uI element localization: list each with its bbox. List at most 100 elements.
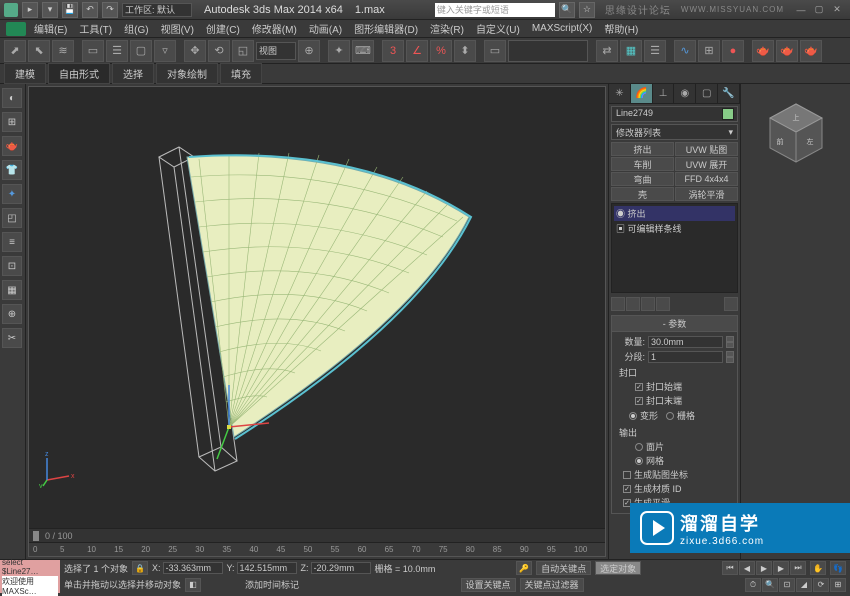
unlink-icon[interactable]: ⬉ <box>28 40 50 62</box>
l-tool-5[interactable]: ✦ <box>2 184 22 204</box>
close-icon[interactable]: ✕ <box>828 3 846 17</box>
autokey-button[interactable]: 自动关键点 <box>536 561 591 575</box>
setkey-button[interactable]: 设置关键点 <box>461 578 516 592</box>
patch-radio[interactable] <box>635 443 643 451</box>
utilities-tab-icon[interactable]: 🔧 <box>718 84 740 103</box>
select-region-icon[interactable]: ▢ <box>130 40 152 62</box>
open-btn[interactable]: ▾ <box>42 2 58 18</box>
modify-tab-icon[interactable]: 🌈 <box>631 84 653 103</box>
btn-uvw-map[interactable]: UVW 贴图 <box>675 142 738 156</box>
rollout-params-header[interactable]: - 参数 <box>612 316 737 332</box>
pivot-icon[interactable]: ⊕ <box>298 40 320 62</box>
selected-dropdown[interactable]: 选定对象 <box>595 561 641 575</box>
menu-views[interactable]: 视图(V) <box>157 21 198 36</box>
create-tab-icon[interactable]: ✳ <box>609 84 631 103</box>
curve-editor-icon[interactable]: ∿ <box>674 40 696 62</box>
play-next-icon[interactable]: ▶ <box>773 561 789 575</box>
render-icon[interactable]: 🫖 <box>800 40 822 62</box>
l-tool-2[interactable]: ⊞ <box>2 112 22 132</box>
menu-maxscript[interactable]: MAXScript(X) <box>528 23 597 34</box>
time-slider-handle[interactable] <box>33 531 39 541</box>
cap-start-checkbox[interactable] <box>635 383 643 391</box>
play-icon[interactable]: ▶ <box>756 561 772 575</box>
key-icon[interactable]: 🔑 <box>516 561 532 575</box>
ref-coord-dropdown[interactable]: 视图 <box>256 42 296 60</box>
undo-btn[interactable]: ↶ <box>82 2 98 18</box>
menu-create[interactable]: 创建(C) <box>202 21 244 36</box>
play-prev-icon[interactable]: ◀ <box>739 561 755 575</box>
l-tool-8[interactable]: ⊡ <box>2 256 22 276</box>
mirror-icon[interactable]: ⇄ <box>596 40 618 62</box>
btn-ffd[interactable]: FFD 4x4x4 <box>675 172 738 186</box>
bind-space-icon[interactable]: ≋ <box>52 40 74 62</box>
search-icon[interactable]: 🔍 <box>559 2 575 18</box>
zoom-icon[interactable]: 🔍 <box>762 578 778 592</box>
menu-render[interactable]: 渲染(R) <box>426 21 468 36</box>
filter-icon[interactable]: ▿ <box>154 40 176 62</box>
select-icon[interactable]: ▭ <box>82 40 104 62</box>
mesh-radio[interactable] <box>635 457 643 465</box>
menu-edit[interactable]: 编辑(E) <box>30 21 71 36</box>
time-ruler[interactable]: 0 5 10 15 20 25 30 35 40 45 50 55 60 65 … <box>29 542 605 556</box>
spin-down-icon[interactable] <box>726 342 734 348</box>
spin-down-icon[interactable] <box>726 357 734 363</box>
help-search[interactable]: 键入关键字或短语 <box>435 3 555 17</box>
l-tool-7[interactable]: ≡ <box>2 232 22 252</box>
l-tool-10[interactable]: ⊕ <box>2 304 22 324</box>
layers-icon[interactable]: ☰ <box>644 40 666 62</box>
nav-pan-icon[interactable]: ✋ <box>810 561 826 575</box>
max-viewport-icon[interactable]: ⊞ <box>830 578 846 592</box>
snap-toggle-icon[interactable]: 3 <box>382 40 404 62</box>
arc-rotate-icon[interactable]: ⟳ <box>813 578 829 592</box>
maximize-icon[interactable]: ▢ <box>810 3 828 17</box>
configure-icon[interactable] <box>724 297 738 311</box>
viewcube[interactable]: 上 前 左 <box>756 94 836 174</box>
stack-item-extrude[interactable]: ◉ 挤出 <box>614 206 735 221</box>
menu-tools[interactable]: 工具(T) <box>75 21 116 36</box>
l-tool-3[interactable]: 🫖 <box>2 136 22 156</box>
signin-icon[interactable]: ☆ <box>579 2 595 18</box>
schematic-icon[interactable]: ⊞ <box>698 40 720 62</box>
coord-x-input[interactable] <box>163 562 223 574</box>
play-end-icon[interactable]: ⏭ <box>790 561 806 575</box>
menu-graph[interactable]: 图形编辑器(D) <box>350 21 422 36</box>
btn-shell[interactable]: 壳 <box>611 187 674 201</box>
save-btn[interactable]: 💾 <box>62 2 78 18</box>
cap-end-checkbox[interactable] <box>635 397 643 405</box>
display-tab-icon[interactable]: ▢ <box>696 84 718 103</box>
sel-set-dropdown[interactable] <box>508 40 588 62</box>
select-name-icon[interactable]: ☰ <box>106 40 128 62</box>
coord-z-input[interactable] <box>311 562 371 574</box>
tab-populate[interactable]: 填充 <box>220 63 262 84</box>
workspace-selector[interactable]: 工作区: 默认 <box>122 3 192 17</box>
tab-selection[interactable]: 选择 <box>112 63 154 84</box>
lock-sel-icon[interactable]: 🔒 <box>132 561 148 575</box>
modifier-list-dropdown[interactable]: 修改器列表▾ <box>611 124 738 140</box>
menu-help[interactable]: 帮助(H) <box>600 21 642 36</box>
new-btn[interactable]: ▸ <box>22 2 38 18</box>
select-link-icon[interactable]: ⬈ <box>4 40 26 62</box>
stack-item-spline[interactable]: ▣ 可编辑样条线 <box>614 221 735 236</box>
coord-y-input[interactable] <box>237 562 297 574</box>
percent-snap-icon[interactable]: % <box>430 40 452 62</box>
nav-walk-icon[interactable]: 👣 <box>830 561 846 575</box>
amount-spinner[interactable]: 30.0mm <box>648 336 723 348</box>
angle-snap-icon[interactable]: ∠ <box>406 40 428 62</box>
motion-tab-icon[interactable]: ◉ <box>674 84 696 103</box>
play-start-icon[interactable]: ⏮ <box>722 561 738 575</box>
manipulate-icon[interactable]: ✦ <box>328 40 350 62</box>
menu-modifiers[interactable]: 修改器(M) <box>248 21 301 36</box>
l-tool-6[interactable]: ◰ <box>2 208 22 228</box>
object-color-swatch[interactable] <box>722 108 734 120</box>
app-icon[interactable] <box>4 3 18 17</box>
time-config-icon[interactable]: ⏱ <box>745 578 761 592</box>
app-menu-icon[interactable] <box>6 22 26 36</box>
viewport[interactable]: x y z <box>29 87 605 528</box>
gen-matid-checkbox[interactable] <box>623 485 631 493</box>
grid-radio[interactable] <box>666 412 674 420</box>
btn-bend[interactable]: 弯曲 <box>611 172 674 186</box>
isolate-icon[interactable]: ◧ <box>185 578 201 592</box>
zoom-all-icon[interactable]: ⊡ <box>779 578 795 592</box>
remove-mod-icon[interactable] <box>656 297 670 311</box>
modifier-stack[interactable]: ◉ 挤出 ▣ 可编辑样条线 <box>611 203 738 293</box>
